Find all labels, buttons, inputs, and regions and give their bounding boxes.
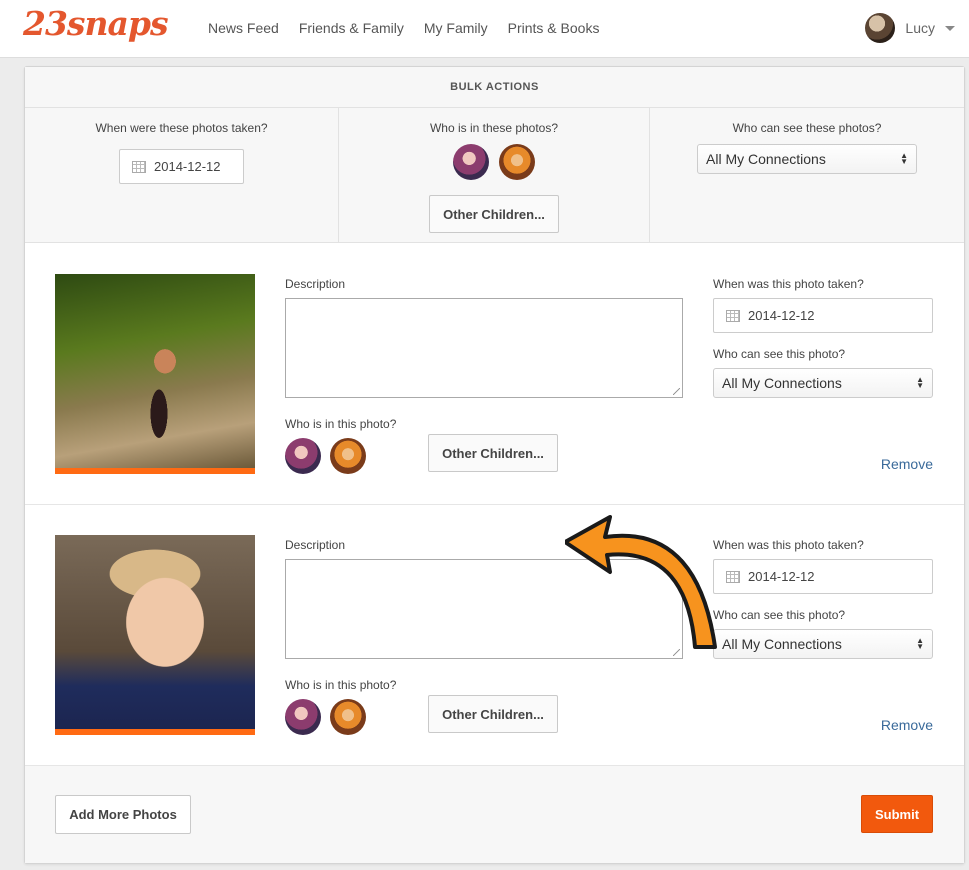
bulk-people-column: Who is in these photos? Other Children..… xyxy=(339,108,650,243)
bulk-visibility-label: Who can see these photos? xyxy=(732,121,882,135)
other-children-button[interactable]: Other Children... xyxy=(428,695,558,733)
photo-thumbnail xyxy=(55,535,255,735)
child-avatar-2[interactable] xyxy=(499,144,535,180)
user-name[interactable]: Lucy xyxy=(905,20,935,36)
calendar-icon xyxy=(132,160,146,173)
calendar-icon xyxy=(726,309,740,322)
photo-row: Description Who is in this photo? Other … xyxy=(25,244,964,505)
visibility-label: Who can see this photo? xyxy=(713,608,846,622)
when-label: When was this photo taken? xyxy=(713,538,864,552)
photo-visibility-select[interactable]: All My Connections ▲ ▼ xyxy=(713,368,933,398)
calendar-icon xyxy=(726,570,740,583)
remove-link[interactable]: Remove xyxy=(881,717,933,733)
remove-link[interactable]: Remove xyxy=(881,456,933,472)
submit-button[interactable]: Submit xyxy=(861,795,933,833)
bulk-date-input[interactable]: 2014-12-12 xyxy=(119,149,244,184)
form-footer: Add More Photos Submit xyxy=(25,766,964,863)
photo-row: Description Who is in this photo? Other … xyxy=(25,505,964,766)
child-avatar-1[interactable] xyxy=(285,699,321,735)
bulk-visibility-column: Who can see these photos? All My Connect… xyxy=(650,108,964,243)
top-navbar: 23snaps News Feed Friends & Family My Fa… xyxy=(0,0,969,58)
select-arrows-icon: ▲ ▼ xyxy=(916,636,924,651)
user-menu[interactable]: Lucy xyxy=(865,13,955,43)
nav-news-feed[interactable]: News Feed xyxy=(208,20,279,36)
bulk-date-label: When were these photos taken? xyxy=(95,121,268,135)
who-label: Who is in this photo? xyxy=(285,417,397,431)
photo-visibility-value: All My Connections xyxy=(722,375,842,391)
photo-date-value: 2014-12-12 xyxy=(748,569,815,584)
description-label: Description xyxy=(285,538,346,552)
nav-friends-family[interactable]: Friends & Family xyxy=(299,20,404,36)
caret-down-icon[interactable] xyxy=(945,25,955,31)
upload-panel: BULK ACTIONS When were these photos take… xyxy=(24,66,965,864)
bulk-actions-row: When were these photos taken? 2014-12-12… xyxy=(25,108,964,243)
description-label: Description xyxy=(285,277,346,291)
description-textarea[interactable] xyxy=(285,559,683,659)
other-children-button[interactable]: Other Children... xyxy=(428,434,558,472)
when-label: When was this photo taken? xyxy=(713,277,864,291)
bulk-visibility-value: All My Connections xyxy=(706,151,826,167)
who-label: Who is in this photo? xyxy=(285,678,397,692)
add-more-photos-button[interactable]: Add More Photos xyxy=(55,795,191,834)
bulk-people-label: Who is in these photos? xyxy=(429,121,559,135)
photo-date-input[interactable]: 2014-12-12 xyxy=(713,559,933,594)
bulk-visibility-select[interactable]: All My Connections ▲ ▼ xyxy=(697,144,917,174)
description-textarea[interactable] xyxy=(285,298,683,398)
visibility-label: Who can see this photo? xyxy=(713,347,846,361)
bulk-date-value: 2014-12-12 xyxy=(154,159,221,174)
bulk-other-children-button[interactable]: Other Children... xyxy=(429,195,559,233)
select-arrows-icon: ▲ ▼ xyxy=(900,151,908,166)
photo-visibility-select[interactable]: All My Connections ▲ ▼ xyxy=(713,629,933,659)
nav-prints-books[interactable]: Prints & Books xyxy=(508,20,600,36)
photo-date-input[interactable]: 2014-12-12 xyxy=(713,298,933,333)
bulk-date-column: When were these photos taken? 2014-12-12 xyxy=(25,108,339,243)
child-avatar-1[interactable] xyxy=(285,438,321,474)
photo-date-value: 2014-12-12 xyxy=(748,308,815,323)
select-arrows-icon: ▲ ▼ xyxy=(916,375,924,390)
child-avatar-2[interactable] xyxy=(330,438,366,474)
user-avatar[interactable] xyxy=(865,13,896,43)
main-nav: News Feed Friends & Family My Family Pri… xyxy=(208,20,599,36)
bulk-actions-header: BULK ACTIONS xyxy=(25,67,964,108)
nav-my-family[interactable]: My Family xyxy=(424,20,488,36)
logo[interactable]: 23snaps xyxy=(23,4,169,43)
child-avatar-2[interactable] xyxy=(330,699,366,735)
photo-visibility-value: All My Connections xyxy=(722,636,842,652)
child-avatar-1[interactable] xyxy=(453,144,489,180)
photo-thumbnail xyxy=(55,274,255,474)
